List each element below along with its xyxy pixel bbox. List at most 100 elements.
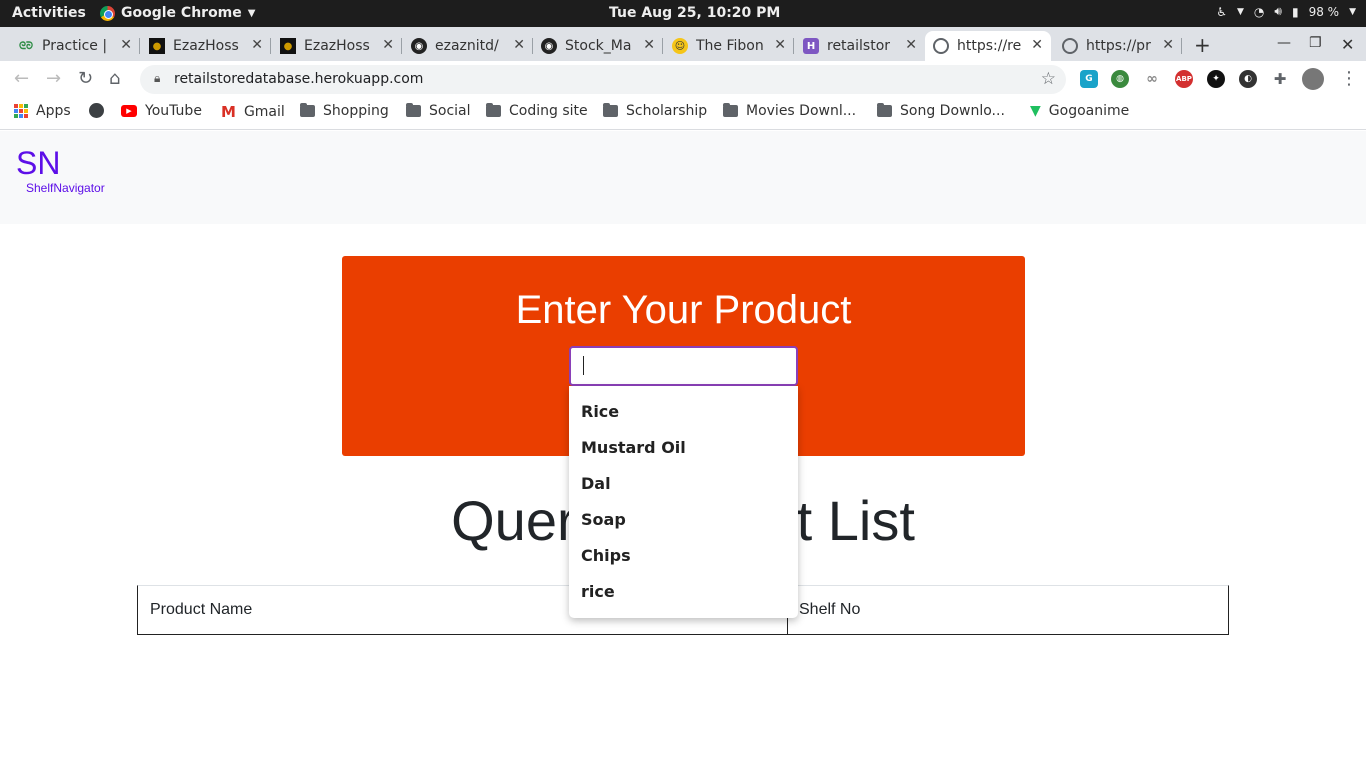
bookmark-label: Shopping [323, 103, 389, 119]
tab-strip: ᘓᘐ Practice | ✕ ● EzazHoss ✕ ● EzazHoss … [0, 27, 1366, 61]
site-navbar: SN ShelfNavigator [0, 131, 1366, 224]
chevron-down-icon: ▼ [1349, 6, 1356, 17]
tab-title: https://pr [1086, 38, 1151, 54]
suggestion-item[interactable]: Rice [569, 394, 798, 430]
heroku-icon: H [803, 38, 819, 54]
bookmark-folder-social[interactable]: Social [406, 103, 471, 119]
extensions-puzzle-icon[interactable]: ✚ [1271, 70, 1289, 88]
extension-ninja-icon[interactable]: ◐ [1239, 70, 1257, 88]
bookmark-label: Gogoanime [1048, 103, 1130, 119]
browser-tab[interactable]: H retailstor ✕ [795, 31, 925, 61]
folder-icon [723, 103, 738, 117]
tab-title: https://re [957, 38, 1022, 54]
dark-avatar-icon: ● [149, 38, 165, 54]
close-icon[interactable]: ✕ [251, 37, 263, 53]
text-caret [583, 356, 584, 375]
bookmark-folder-shopping[interactable]: Shopping [300, 103, 389, 119]
bookmark-label: Song Downlo... [900, 103, 1005, 119]
activities-button[interactable]: Activities [12, 5, 86, 21]
bookmark-folder-movies[interactable]: Movies Downl... [723, 103, 856, 119]
browser-toolbar: ← → ↻ ⌂ 🔒︎ retailstoredatabase.herokuapp… [0, 61, 1366, 97]
suggestion-item[interactable]: Chips [569, 538, 798, 574]
extension-translate-icon[interactable]: G [1080, 70, 1098, 88]
bookmark-folder-scholarship[interactable]: Scholarship [603, 103, 707, 119]
bookmark-star-icon[interactable]: ☆ [1041, 69, 1056, 89]
restore-icon[interactable]: ❐ [1309, 35, 1322, 51]
bookmark-folder-songs[interactable]: Song Downlo... [877, 103, 1005, 119]
github-icon: ◉ [541, 38, 557, 54]
profile-avatar-icon[interactable] [1302, 68, 1324, 90]
globe-icon [1062, 38, 1078, 54]
home-icon[interactable]: ⌂ [109, 68, 120, 89]
url-text[interactable]: retailstoredatabase.herokuapp.com [174, 71, 423, 87]
address-bar[interactable]: 🔒︎ retailstoredatabase.herokuapp.com ☆ [140, 65, 1066, 94]
browser-tab[interactable]: ◉ Stock_Ma ✕ [533, 31, 663, 61]
close-icon[interactable]: ✕ [905, 37, 917, 53]
extension-links-icon[interactable]: ∞ [1143, 70, 1161, 88]
table-header-product-name: Product Name [150, 601, 253, 618]
gfg-icon: ᘓᘐ [18, 40, 34, 52]
bookmark-gogoanime[interactable]: ▼ Gogoanime [1030, 103, 1129, 119]
close-icon[interactable]: ✕ [774, 37, 786, 53]
new-tab-icon[interactable]: + [1194, 33, 1211, 57]
wifi-icon: ◔ [1253, 4, 1265, 19]
browser-tab[interactable]: ● EzazHoss ✕ [141, 31, 271, 61]
bookmark-label: Movies Downl... [746, 103, 857, 119]
tab-title: EzazHoss [304, 38, 370, 54]
browser-tab[interactable]: ☺ The Fibon ✕ [664, 31, 794, 61]
kebab-menu-icon[interactable]: ⋮ [1340, 68, 1358, 89]
tab-title: Stock_Ma [565, 38, 632, 54]
extension-github-icon[interactable]: ✦ [1207, 70, 1225, 88]
extension-globe-icon[interactable]: ◍ [1111, 70, 1129, 88]
browser-tab[interactable]: ● EzazHoss ✕ [272, 31, 402, 61]
gogoanime-icon: ▼ [1030, 103, 1041, 119]
close-icon[interactable]: ✕ [643, 37, 655, 53]
close-icon[interactable]: ✕ [1031, 37, 1043, 53]
bookmark-folder-coding[interactable]: Coding site [486, 103, 588, 119]
bookmark-label: Scholarship [626, 103, 708, 119]
close-icon[interactable]: ✕ [513, 37, 525, 53]
tab-title: The Fibon [696, 38, 764, 54]
tab-title: Practice | [42, 38, 108, 54]
volume-icon: 🔊︎ [1274, 4, 1282, 18]
bookmark-label: Social [429, 103, 471, 119]
forward-arrow-icon[interactable]: → [46, 68, 61, 89]
suggestion-item[interactable]: Mustard Oil [569, 430, 798, 466]
suggestion-item[interactable]: rice [569, 574, 798, 610]
bookmark-youtube[interactable]: ▶ YouTube [121, 103, 202, 119]
adblock-icon[interactable]: ABP [1175, 70, 1193, 88]
accessibility-icon: ♿ [1216, 4, 1227, 19]
browser-tab[interactable]: https://pr ✕ [1054, 31, 1182, 61]
site-brand-link[interactable]: SN ShelfNavigator [16, 145, 105, 195]
chevron-down-icon: ▼ [247, 7, 256, 19]
browser-tab-active[interactable]: https://re ✕ [925, 31, 1051, 61]
system-tray[interactable]: ♿ ▼ ◔ 🔊︎ ▮ 98 % ▼ [1216, 4, 1356, 19]
close-window-icon[interactable]: ✕ [1341, 35, 1354, 54]
browser-tab[interactable]: ◉ ezaznitd/ ✕ [403, 31, 533, 61]
app-menu[interactable]: Google Chrome ▼ [100, 5, 255, 21]
clock[interactable]: Tue Aug 25, 10:20 PM [609, 5, 780, 21]
suggestion-item[interactable]: Soap [569, 502, 798, 538]
folder-icon [486, 103, 501, 117]
hero-title: Enter Your Product [515, 288, 852, 332]
folder-icon [300, 103, 315, 117]
minimize-icon[interactable]: — [1277, 35, 1291, 51]
bookmark-gmail[interactable]: M Gmail [221, 103, 285, 121]
globe-icon [89, 103, 104, 118]
close-icon[interactable]: ✕ [120, 37, 132, 53]
brand-short: SN [16, 145, 61, 181]
browser-tab[interactable]: ᘓᘐ Practice | ✕ [10, 31, 140, 61]
reload-icon[interactable]: ↻ [78, 68, 93, 89]
close-icon[interactable]: ✕ [1162, 37, 1174, 53]
back-arrow-icon[interactable]: ← [14, 68, 29, 89]
battery-percent: 98 % [1308, 4, 1340, 19]
bookmark-globe[interactable] [89, 103, 104, 118]
product-search-input[interactable] [569, 346, 798, 386]
close-icon[interactable]: ✕ [382, 37, 394, 53]
youtube-icon: ▶ [121, 105, 137, 117]
apps-grid-icon [14, 104, 28, 118]
suggestion-item[interactable]: Dal [569, 466, 798, 502]
tab-title: retailstor [827, 38, 891, 54]
bookmark-apps[interactable]: Apps [14, 103, 71, 119]
chrome-icon [100, 5, 115, 21]
